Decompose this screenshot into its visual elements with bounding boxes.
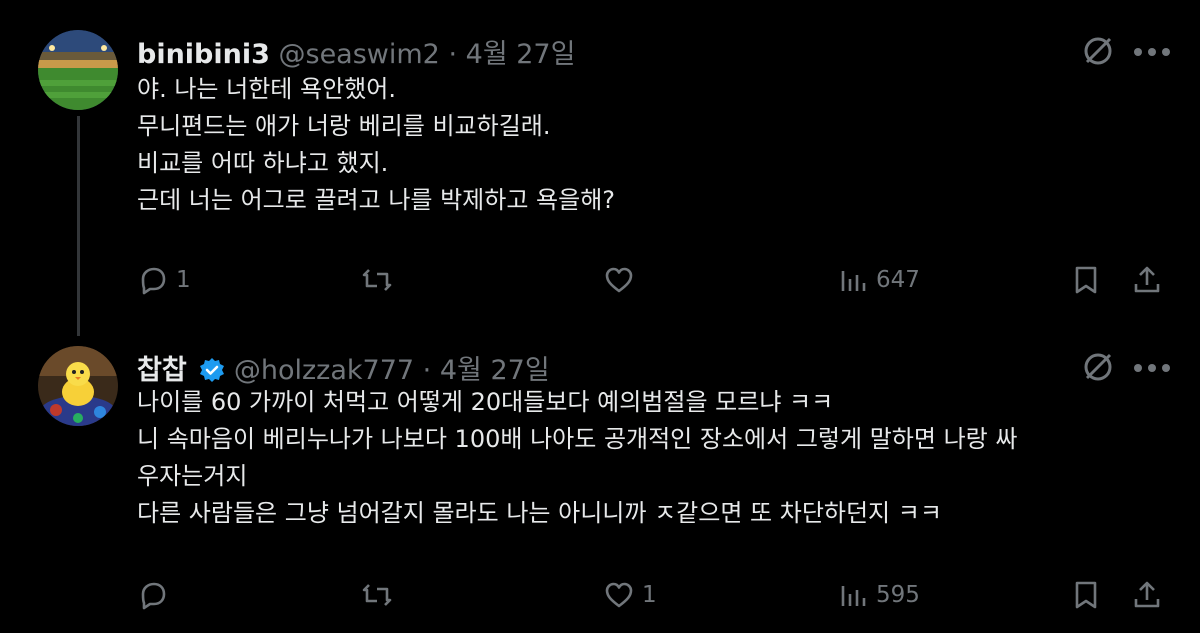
views-button[interactable]: 595: [836, 578, 920, 612]
share-button[interactable]: [1130, 578, 1164, 612]
like-icon: [605, 267, 633, 293]
tweet-header: 찹찹 @holzzak777 · 4월 27일: [137, 348, 550, 387]
like-button[interactable]: 1: [602, 578, 657, 612]
timestamp[interactable]: 4월 27일: [466, 39, 576, 70]
views-count: 595: [876, 582, 920, 608]
retweet-icon: [362, 269, 392, 291]
like-icon: [605, 582, 633, 608]
tweet-2[interactable]: 찹찹 @holzzak777 · 4월 27일 나이를 60 가까이 처먹고 어…: [0, 320, 1200, 633]
share-icon: [1134, 266, 1160, 293]
display-name[interactable]: 찹찹: [137, 355, 187, 386]
tweet-header: binibini3 @seaswim2 · 4월 27일: [137, 32, 575, 71]
views-count: 647: [876, 267, 920, 293]
like-button[interactable]: [602, 263, 642, 297]
share-icon: [1134, 581, 1160, 608]
tweet-text: 나이를 60 가까이 처먹고 어떻게 20대들보다 예의범절을 모르냐 ㅋㅋ 니…: [137, 388, 1018, 527]
timestamp[interactable]: 4월 27일: [440, 355, 550, 386]
more-icon[interactable]: [1132, 46, 1172, 58]
views-icon: [841, 586, 866, 606]
thread-line: [77, 116, 80, 336]
bookmark-button[interactable]: [1069, 578, 1103, 612]
retweet-icon: [362, 584, 392, 606]
retweet-button[interactable]: [360, 578, 400, 612]
separator: ·: [422, 355, 432, 386]
tweet-text: 야. 나는 너한테 욕안했어. 무니편드는 애가 너랑 베리를 비교하길래. 비…: [137, 75, 616, 214]
share-button[interactable]: [1130, 263, 1164, 297]
avatar[interactable]: [38, 346, 118, 426]
reply-icon: [141, 267, 166, 295]
avatar[interactable]: [38, 30, 118, 110]
reply-button[interactable]: 1: [136, 263, 191, 297]
bookmark-button[interactable]: [1069, 263, 1103, 297]
bookmark-icon: [1075, 581, 1097, 609]
handle[interactable]: @seaswim2: [279, 39, 440, 70]
bookmark-icon: [1075, 266, 1097, 294]
like-count: 1: [642, 582, 657, 608]
reply-icon: [141, 582, 166, 610]
display-name[interactable]: binibini3: [137, 39, 270, 70]
tweet-1[interactable]: binibini3 @seaswim2 · 4월 27일 야. 나는 너한테 욕…: [0, 0, 1200, 336]
grok-icon[interactable]: [1081, 350, 1115, 384]
reply-button[interactable]: [136, 578, 176, 612]
more-icon[interactable]: [1132, 362, 1172, 374]
verified-badge-icon[interactable]: [199, 357, 225, 383]
views-button[interactable]: 647: [836, 263, 920, 297]
views-icon: [841, 271, 866, 291]
handle[interactable]: @holzzak777: [234, 355, 414, 386]
separator: ·: [448, 39, 458, 70]
retweet-button[interactable]: [360, 263, 400, 297]
grok-icon[interactable]: [1081, 34, 1115, 68]
reply-count: 1: [176, 267, 191, 293]
